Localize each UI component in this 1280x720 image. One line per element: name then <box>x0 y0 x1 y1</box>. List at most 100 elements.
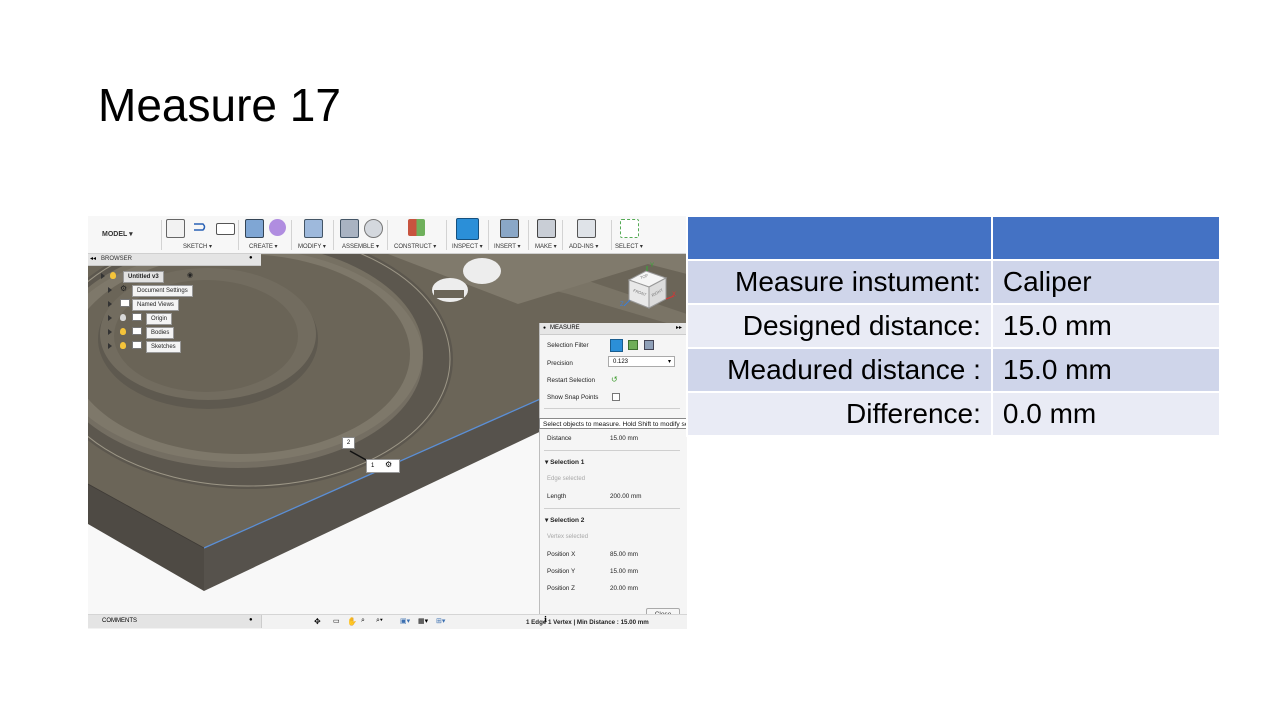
hole-1 <box>463 258 501 284</box>
comments-pin-icon[interactable]: ● <box>249 617 253 623</box>
rectangle-icon[interactable] <box>216 223 235 235</box>
modify-icon[interactable] <box>304 219 323 238</box>
axis-y-label: Y <box>650 263 655 269</box>
bottom-bar: COMMENTS ● ✥ ▭ ✋ ⌕ ⌕▾ ▣▾ ▦▾ ⊞▾ ℹ 1 Edge … <box>88 614 687 629</box>
zoom-icon[interactable]: ⌕ <box>361 617 365 625</box>
visibility-bulb-icon[interactable] <box>120 328 126 335</box>
pan-icon[interactable]: ✋ <box>347 617 357 626</box>
selection-2-header[interactable]: ▾ Selection 2 <box>545 516 584 524</box>
chevron-down-icon: ▾ <box>667 359 671 365</box>
make-menu[interactable]: MAKE ▾ <box>535 243 557 250</box>
visibility-bulb-icon[interactable] <box>110 272 116 279</box>
measure-tooltip: Select objects to measure. Hold Shift to… <box>539 418 687 429</box>
position-x-label: Position X <box>547 551 576 558</box>
folder-icon <box>120 299 130 307</box>
selection-marker-1[interactable]: 1 ⚙ <box>366 459 400 473</box>
browser-header[interactable]: ◂◂ BROWSER ● <box>88 254 261 266</box>
sphere-grid-icon[interactable] <box>269 219 286 236</box>
zoom-window-icon[interactable]: ⌕▾ <box>376 617 383 625</box>
visibility-bulb-icon[interactable] <box>120 314 126 321</box>
position-y-label: Position Y <box>547 568 576 575</box>
grid-settings-icon[interactable]: ▦▾ <box>418 617 428 625</box>
inspect-menu[interactable]: INSPECT ▾ <box>452 243 483 250</box>
table-header-row <box>686 215 1222 261</box>
measure-panel-header[interactable]: ● MEASURE ▸▸ <box>540 323 687 335</box>
position-z-label: Position Z <box>547 585 575 592</box>
position-x-value: 85.00 mm <box>610 551 638 558</box>
show-snap-points-label: Show Snap Points <box>547 394 599 401</box>
construct-icon[interactable] <box>408 219 425 236</box>
slide-title: Measure 17 <box>98 79 341 131</box>
table-row: Difference: 0.0 mm <box>686 391 1222 437</box>
selection-marker-2[interactable]: 2 <box>342 437 355 449</box>
axis-z-label: Z <box>620 302 624 308</box>
joint-icon[interactable] <box>364 219 383 238</box>
selection-1-header[interactable]: ▾ Selection 1 <box>545 458 584 466</box>
gear-icon[interactable]: ⚙ <box>385 459 392 471</box>
insert-image-icon[interactable] <box>500 219 519 238</box>
filter-body-icon[interactable] <box>644 340 654 350</box>
assemble-menu[interactable]: ASSEMBLE ▾ <box>342 243 379 250</box>
assemble-icon[interactable] <box>340 219 359 238</box>
measurement-table: Measure instument: Caliper Designed dist… <box>686 215 1222 437</box>
filter-face-icon[interactable] <box>610 339 623 352</box>
table-row-label: Designed distance: <box>686 303 993 349</box>
viewports-icon[interactable]: ⊞▾ <box>436 617 445 625</box>
browser-title: BROWSER <box>101 256 133 262</box>
table-row-label: Measure instument: <box>686 259 993 305</box>
folder-icon <box>132 341 142 349</box>
sketch-icon[interactable] <box>166 219 185 238</box>
create-menu[interactable]: CREATE ▾ <box>249 243 278 250</box>
distance-value: 15.00 mm <box>610 435 638 442</box>
box-icon[interactable] <box>245 219 264 238</box>
browser-item-origin-label: Origin <box>146 313 173 325</box>
expand-icon[interactable]: ▸▸ <box>676 324 682 331</box>
browser-item-named-views-label: Named Views <box>132 299 179 311</box>
collapse-icon[interactable]: ◂◂ <box>90 255 96 262</box>
orbit-icon[interactable]: ✥ <box>314 617 321 626</box>
gear-icon: ⚙ <box>120 284 128 293</box>
sketch-menu[interactable]: SKETCH ▾ <box>183 243 212 250</box>
measure-panel-dot-icon: ● <box>543 325 547 331</box>
visibility-bulb-icon[interactable] <box>120 342 126 349</box>
selection-2-status: Vertex selected <box>547 534 589 540</box>
select-icon[interactable] <box>620 219 639 238</box>
position-z-value: 20.00 mm <box>610 585 638 592</box>
modify-menu[interactable]: MODIFY ▾ <box>298 243 326 250</box>
look-at-icon[interactable]: ▭ <box>333 617 340 625</box>
insert-menu[interactable]: INSERT ▾ <box>494 243 520 250</box>
view-cube[interactable]: TOP FRONT RIGHT X Y Z <box>620 263 679 314</box>
construct-menu[interactable]: CONSTRUCT ▾ <box>394 243 436 250</box>
display-settings-icon[interactable]: ▣▾ <box>400 617 410 625</box>
table-row: Meadured distance : 15.0 mm <box>686 347 1222 393</box>
precision-select[interactable]: 0.123 ▾ <box>608 356 675 367</box>
add-ins-menu[interactable]: ADD-INS ▾ <box>569 243 598 250</box>
toolbar: MODEL ▾ SKETCH ▾ CREATE ▾ MODIFY ▾ ASSEM… <box>88 216 687 254</box>
folder-icon <box>132 313 142 321</box>
precision-value: 0.123 <box>613 359 629 365</box>
length-label: Length <box>547 493 567 500</box>
axis-x-label: X <box>672 292 677 298</box>
measure-panel: ● MEASURE ▸▸ Selection Filter Precision … <box>539 323 687 629</box>
add-ins-icon[interactable] <box>577 219 596 238</box>
comments-panel[interactable]: COMMENTS ● <box>88 615 262 628</box>
arc-icon[interactable] <box>191 219 208 236</box>
browser-pin-icon[interactable]: ● <box>249 255 253 261</box>
folder-icon <box>132 327 142 335</box>
restart-selection-icon[interactable]: ↺ <box>611 375 618 384</box>
table-row-value: 15.0 mm <box>990 303 1222 349</box>
select-menu[interactable]: SELECT ▾ <box>615 243 643 250</box>
distance-label: Distance <box>547 435 572 442</box>
measure-tool-icon[interactable] <box>456 218 479 240</box>
fusion-screenshot: MODEL ▾ SKETCH ▾ CREATE ▾ MODIFY ▾ ASSEM… <box>88 216 687 629</box>
filter-edge-icon[interactable] <box>628 340 638 350</box>
precision-label: Precision <box>547 360 573 367</box>
show-snap-points-checkbox[interactable] <box>612 393 620 401</box>
table-row-label: Difference: <box>686 391 993 437</box>
table-row-label: Meadured distance : <box>686 347 993 393</box>
workspace-switcher[interactable]: MODEL ▾ <box>102 230 133 238</box>
make-icon[interactable] <box>537 219 556 238</box>
measure-panel-title: MEASURE <box>550 325 580 331</box>
selection-filter-label: Selection Filter <box>547 342 589 349</box>
activate-radio-icon[interactable]: ◉ <box>187 271 193 279</box>
